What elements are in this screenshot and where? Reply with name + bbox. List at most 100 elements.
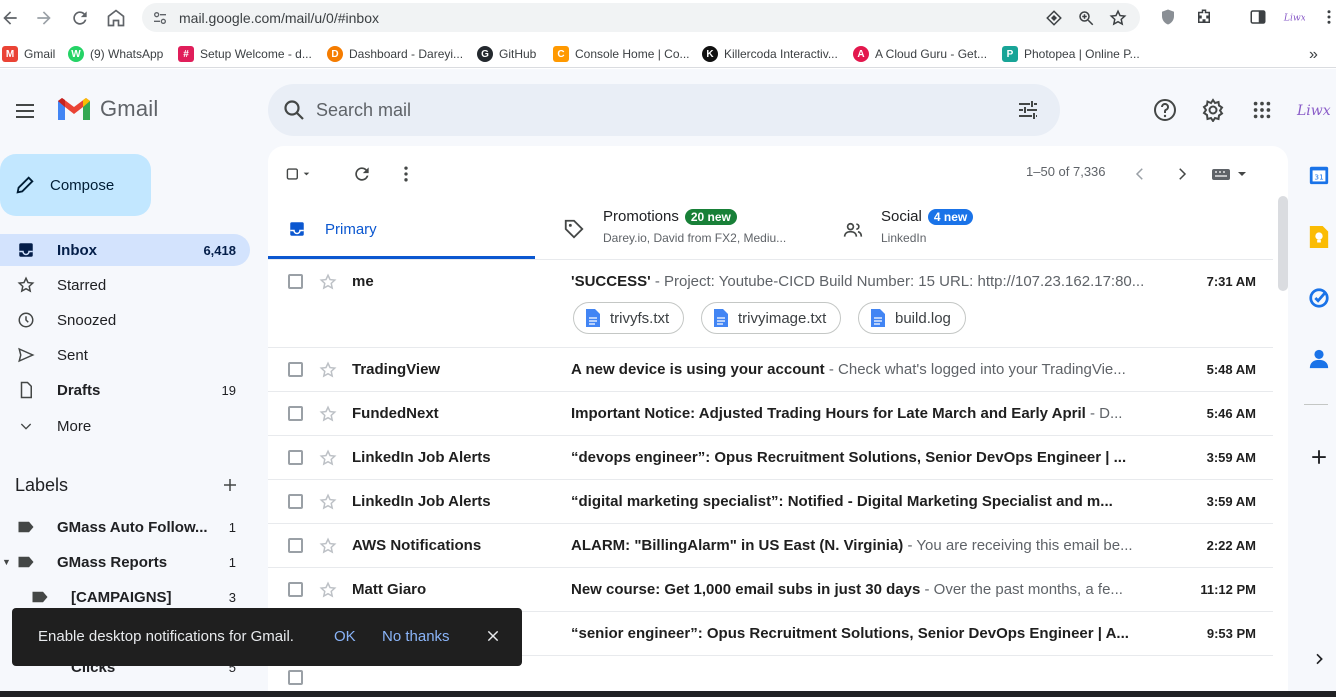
shield-extension-icon[interactable]: [1157, 6, 1179, 28]
bookmark-acloudguru[interactable]: AA Cloud Guru - Get...: [853, 46, 987, 62]
email-row[interactable]: AWS Notifications ALARM: "BillingAlarm" …: [268, 524, 1273, 568]
home-icon[interactable]: [104, 6, 128, 30]
site-settings-icon[interactable]: [150, 8, 170, 28]
close-icon[interactable]: [485, 628, 501, 644]
attachment-chip[interactable]: build.log: [858, 302, 966, 334]
bookmark-star-icon[interactable]: [1108, 8, 1128, 28]
search-icon[interactable]: [282, 98, 306, 122]
browser-menu-icon[interactable]: [1318, 6, 1336, 28]
account-avatar-icon[interactable]: Liwx: [1296, 97, 1332, 123]
nav-item-inbox[interactable]: Inbox 6,418: [0, 234, 250, 266]
pencil-icon: [16, 176, 34, 194]
bookmark-aws-console[interactable]: C Console Home | Co...: [553, 46, 690, 62]
forward-icon[interactable]: [32, 6, 56, 30]
add-label-icon[interactable]: [220, 475, 240, 495]
label-item-gmass-reports[interactable]: ▼ GMass Reports 1: [0, 546, 250, 578]
tasks-icon[interactable]: [1308, 287, 1330, 309]
chevron-left-icon[interactable]: [1128, 162, 1152, 186]
email-row[interactable]: LinkedIn Job Alerts “devops engineer”: O…: [268, 436, 1273, 480]
gmail-logo[interactable]: Gmail: [56, 95, 158, 123]
row-checkbox[interactable]: [288, 538, 303, 553]
bookmark-photopea[interactable]: P Photopea | Online P...: [1002, 46, 1140, 62]
send-icon: [16, 345, 36, 365]
search-bar[interactable]: [268, 84, 1060, 136]
row-checkbox[interactable]: [288, 274, 303, 289]
tab-primary[interactable]: Primary: [268, 196, 535, 260]
nav-item-sent[interactable]: Sent: [0, 339, 250, 371]
back-icon[interactable]: [0, 6, 22, 30]
inbox-count: 6,418: [203, 242, 236, 258]
main-menu-icon[interactable]: [12, 98, 38, 124]
row-checkbox[interactable]: [288, 582, 303, 597]
refresh-icon[interactable]: [350, 162, 374, 186]
chevron-right-icon[interactable]: [1170, 162, 1194, 186]
tab-promotions[interactable]: Promotions 20 new Darey.io, David from FX…: [548, 196, 808, 260]
keep-icon[interactable]: [1308, 226, 1330, 248]
star-icon[interactable]: [319, 581, 337, 599]
search-input[interactable]: [316, 94, 996, 126]
bookmark-slack[interactable]: # Setup Welcome - d...: [178, 46, 312, 62]
row-checkbox[interactable]: [288, 406, 303, 421]
url-text[interactable]: mail.google.com/mail/u/0/#inbox: [179, 10, 379, 26]
attachment-chip[interactable]: trivyfs.txt: [573, 302, 685, 334]
email-row[interactable]: Matt Giaro New course: Get 1,000 email s…: [268, 568, 1273, 612]
email-subject: ALARM: "BillingAlarm" in US East (N. Vir…: [571, 537, 1133, 554]
star-icon[interactable]: [319, 361, 337, 379]
extensions-icon[interactable]: [1193, 6, 1215, 28]
email-row[interactable]: TradingView A new device is using your a…: [268, 348, 1273, 392]
star-icon[interactable]: [319, 449, 337, 467]
nav-item-starred[interactable]: Starred: [0, 269, 250, 301]
side-panel-icon[interactable]: [1247, 6, 1269, 28]
email-sender: Matt Giaro: [352, 581, 427, 598]
settings-gear-icon[interactable]: [1200, 97, 1226, 123]
input-tools-icon[interactable]: [1210, 162, 1250, 186]
row-checkbox[interactable]: [288, 670, 303, 685]
email-row[interactable]: FundedNext Important Notice: Adjusted Tr…: [268, 392, 1273, 436]
zoom-icon[interactable]: [1076, 8, 1096, 28]
reload-icon[interactable]: [68, 6, 92, 30]
help-icon[interactable]: [1152, 97, 1178, 123]
tab-social[interactable]: Social 4 new LinkedIn: [828, 196, 1068, 260]
contacts-icon[interactable]: [1308, 348, 1330, 370]
no-thanks-button[interactable]: No thanks: [382, 628, 450, 645]
apps-grid-icon[interactable]: [1249, 97, 1275, 123]
profile-avatar-icon[interactable]: Liwx: [1283, 6, 1305, 28]
bookmark-gmail[interactable]: M Gmail: [2, 46, 55, 62]
nav-label: Drafts: [57, 381, 101, 399]
chevron-right-icon[interactable]: [1308, 648, 1330, 670]
more-bookmarks-button[interactable]: »: [1309, 46, 1318, 64]
email-row[interactable]: LinkedIn Job Alerts “digital marketing s…: [268, 480, 1273, 524]
calendar-icon[interactable]: 31: [1308, 164, 1330, 186]
label-item-gmass-auto-follow[interactable]: GMass Auto Follow... 1: [0, 511, 250, 543]
get-addons-icon[interactable]: [1308, 446, 1330, 468]
attachment-chip[interactable]: trivyimage.txt: [701, 302, 842, 334]
compose-button[interactable]: Compose: [0, 154, 151, 216]
email-row[interactable]: me 'SUCCESS' - Project: Youtube-CICD Bui…: [268, 260, 1273, 348]
address-bar[interactable]: mail.google.com/mail/u/0/#inbox: [142, 3, 1140, 32]
enable-notifications-ok-button[interactable]: OK: [334, 628, 356, 645]
row-checkbox[interactable]: [288, 362, 303, 377]
tab-label: Social 4 new: [881, 208, 974, 225]
select-all-checkbox[interactable]: [286, 162, 310, 186]
nav-item-more[interactable]: More: [0, 410, 250, 442]
people-icon: [843, 220, 863, 240]
more-actions-icon[interactable]: [394, 162, 418, 186]
inbox-icon: [16, 240, 36, 260]
star-icon[interactable]: [319, 537, 337, 555]
row-checkbox[interactable]: [288, 450, 303, 465]
scrollbar-thumb[interactable]: [1278, 196, 1288, 291]
bookmark-whatsapp[interactable]: W (9) WhatsApp: [68, 46, 163, 62]
bookmark-killercoda[interactable]: K Killercoda Interactiv...: [702, 46, 838, 62]
star-icon[interactable]: [319, 493, 337, 511]
star-icon[interactable]: [319, 273, 337, 291]
expand-caret-icon[interactable]: ▼: [2, 557, 11, 567]
bookmark-favicon-icon: C: [553, 46, 569, 62]
row-checkbox[interactable]: [288, 494, 303, 509]
search-options-icon[interactable]: [1016, 98, 1040, 122]
star-icon[interactable]: [319, 405, 337, 423]
bookmark-github[interactable]: G GitHub: [477, 46, 536, 62]
nav-item-snoozed[interactable]: Snoozed: [0, 304, 250, 336]
nav-item-drafts[interactable]: Drafts 19: [0, 374, 250, 406]
bookmark-dashboard[interactable]: D Dashboard - Dareyi...: [327, 46, 463, 62]
install-app-icon[interactable]: [1044, 8, 1064, 28]
